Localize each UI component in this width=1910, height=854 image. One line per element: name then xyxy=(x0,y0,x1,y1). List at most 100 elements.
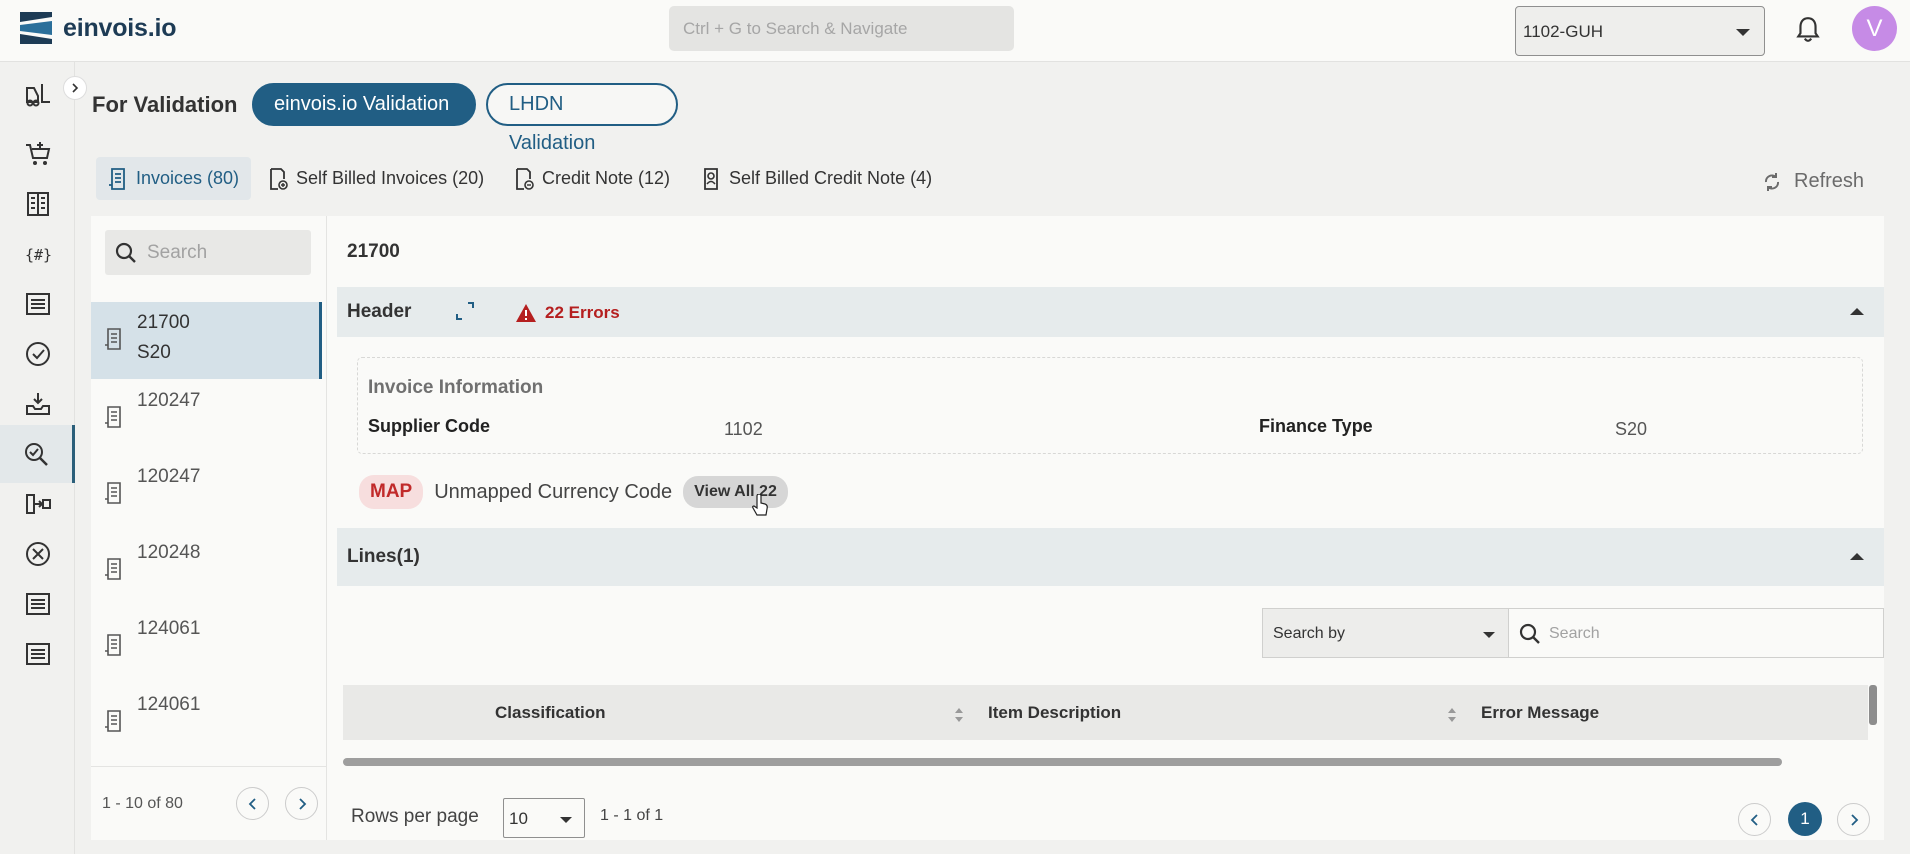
list-prev-button[interactable] xyxy=(236,787,269,820)
tab-label: Credit Note (12) xyxy=(542,168,671,188)
search-check-icon xyxy=(25,443,48,466)
inbox-download-icon xyxy=(25,393,50,415)
list-item[interactable]: 124061 xyxy=(91,608,322,685)
chevron-right-icon xyxy=(72,83,79,93)
vertical-scrollbar[interactable] xyxy=(1869,685,1877,725)
invoice-list-panel: Search 21700 S20 120247 120247 120248 12… xyxy=(91,216,327,840)
lhdn-validation-button[interactable]: LHDN Validation xyxy=(486,83,678,154)
x-circle-icon xyxy=(25,542,50,566)
company-select-value: 1102-GUH xyxy=(1523,22,1603,41)
list-item[interactable]: 120247 xyxy=(91,380,322,457)
ledger-icon xyxy=(26,192,49,216)
rows-per-page-value: 10 xyxy=(509,809,528,828)
einvois-validation-button[interactable]: einvois.io Validation xyxy=(252,83,476,126)
list-icon xyxy=(25,643,50,665)
chevron-right-icon xyxy=(298,797,306,810)
list-item[interactable]: 120248 xyxy=(91,532,322,609)
list-item-sub: S20 xyxy=(137,342,171,363)
sidebar-item-logs[interactable] xyxy=(0,625,75,683)
rows-per-page-label: Rows per page xyxy=(351,806,479,827)
page-range: 1 - 1 of 1 xyxy=(600,807,664,824)
page-number-button[interactable]: 1 xyxy=(1788,802,1822,836)
list-item-number: 21700 xyxy=(137,312,190,333)
flow-icon xyxy=(25,494,51,514)
error-count-label: 22 Errors xyxy=(545,303,620,322)
invoice-information-title: Invoice Information xyxy=(368,377,544,398)
document-minus-icon xyxy=(516,167,534,190)
chevron-left-icon xyxy=(248,797,256,810)
app-name: einvois.io xyxy=(63,13,177,42)
document-icon xyxy=(105,482,121,504)
rows-per-page-select[interactable]: 10 xyxy=(503,798,585,838)
list-item[interactable]: 21700 S20 xyxy=(91,302,322,379)
lines-search-input[interactable]: Search xyxy=(1508,608,1884,658)
tab-self-billed-invoices[interactable]: Self Billed Invoices (20) xyxy=(256,157,496,200)
caret-down-icon xyxy=(1483,632,1495,638)
warning-icon xyxy=(516,304,536,322)
list-item-number: 120248 xyxy=(137,542,201,563)
refresh-button[interactable]: Refresh xyxy=(1762,170,1864,193)
supplier-code-label: Supplier Code xyxy=(368,416,491,436)
collapse-lines-icon[interactable] xyxy=(1850,553,1864,560)
company-select[interactable]: 1102-GUH xyxy=(1515,6,1765,56)
chevron-left-icon xyxy=(1750,813,1758,826)
sidebar-rail: {#} xyxy=(0,62,75,854)
lines-pagination: Rows per page 10 1 - 1 of 1 1 xyxy=(327,782,1884,840)
list-item[interactable]: 120247 xyxy=(91,456,322,533)
header-section-label: Header xyxy=(347,301,412,322)
column-header-item-description[interactable]: Item Description xyxy=(988,703,1121,723)
list-item[interactable]: 124061 xyxy=(91,684,322,761)
lines-search-placeholder: Search xyxy=(1549,625,1600,642)
logo-icon xyxy=(20,12,52,44)
svg-text:{#}: {#} xyxy=(25,246,52,264)
avatar[interactable]: V xyxy=(1852,6,1897,51)
global-search-input[interactable]: Ctrl + G to Search & Navigate xyxy=(669,6,1014,51)
horizontal-scrollbar[interactable] xyxy=(343,758,1782,766)
lines-table-header: Classification Item Description Error Me… xyxy=(343,685,1868,740)
page-title: For Validation xyxy=(92,92,238,117)
collapse-header-icon[interactable] xyxy=(1850,308,1864,315)
finance-type-value: S20 xyxy=(1615,419,1648,439)
list-item-number: 120247 xyxy=(137,466,201,487)
view-all-errors-button[interactable]: View All 22 xyxy=(683,476,788,516)
error-summary-row: MAP Unmapped Currency Code View All 22 xyxy=(359,475,788,516)
column-header-classification[interactable]: Classification xyxy=(495,703,606,723)
document-plus-icon xyxy=(270,167,288,190)
search-by-select[interactable]: Search by xyxy=(1262,608,1509,658)
list-item-number: 120247 xyxy=(137,390,201,411)
prev-page-button[interactable] xyxy=(1738,803,1771,836)
sidebar-expand-button[interactable] xyxy=(63,76,87,100)
document-icon xyxy=(105,558,121,580)
bell-icon[interactable] xyxy=(1795,16,1821,44)
header-section-bar[interactable]: Header 22 Errors xyxy=(337,287,1884,337)
list-search-placeholder: Search xyxy=(147,242,208,263)
list-next-button[interactable] xyxy=(285,787,318,820)
tab-invoices[interactable]: Invoices (80) xyxy=(96,157,252,200)
tab-self-billed-credit-note[interactable]: Self Billed Credit Note (4) xyxy=(689,157,944,200)
expand-icon[interactable] xyxy=(455,301,475,321)
forklift-icon xyxy=(25,84,50,107)
tab-credit-note[interactable]: Credit Note (12) xyxy=(502,157,682,200)
sort-icon[interactable] xyxy=(1447,706,1457,724)
list-icon xyxy=(25,293,50,315)
list-item-number: 124061 xyxy=(137,694,201,715)
lines-section-label: Lines(1) xyxy=(347,546,420,567)
search-icon xyxy=(1519,623,1540,644)
app-logo[interactable]: einvois.io xyxy=(18,8,177,48)
column-header-error-message[interactable]: Error Message xyxy=(1481,703,1599,723)
list-icon xyxy=(25,593,50,615)
document-icon xyxy=(105,328,121,350)
next-page-button[interactable] xyxy=(1837,803,1870,836)
document-person-icon xyxy=(704,167,718,190)
error-count-badge[interactable]: 22 Errors xyxy=(515,303,620,323)
search-by-label: Search by xyxy=(1273,625,1346,642)
tab-label: Self Billed Credit Note (4) xyxy=(729,168,933,188)
invoice-number-title: 21700 xyxy=(347,241,400,262)
supplier-code-value: 1102 xyxy=(724,419,763,439)
sort-icon[interactable] xyxy=(954,706,964,724)
list-search-input[interactable]: Search xyxy=(105,230,311,275)
lines-section-bar[interactable]: Lines(1) xyxy=(337,528,1884,586)
check-circle-icon xyxy=(25,342,50,366)
list-item-number: 124061 xyxy=(137,618,201,639)
caret-down-icon xyxy=(560,817,572,823)
